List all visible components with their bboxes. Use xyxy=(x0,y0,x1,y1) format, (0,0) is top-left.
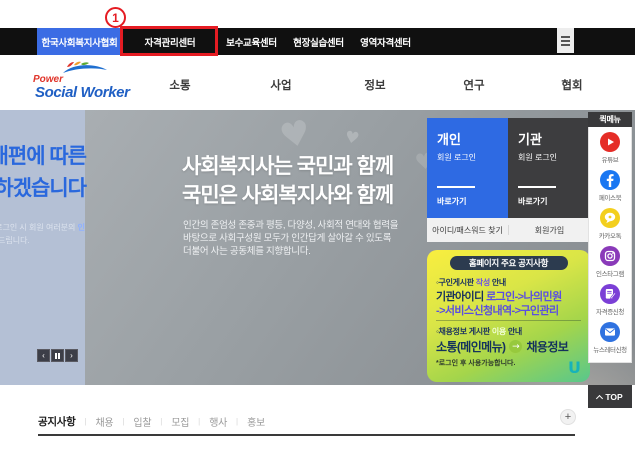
hero-body-line1: 인간의 존엄성 존중과 평등, 다양성, 사회적 연대와 협력을 xyxy=(183,220,399,231)
topbar-item-field-practice-center[interactable]: 현장실습센터 xyxy=(285,28,352,55)
notice-org-id-path-line2: ->서비스신청내역->구인관리 xyxy=(436,305,559,317)
tab-recruit[interactable]: 채용 xyxy=(96,414,114,429)
heart-decoration-icon: ♥ xyxy=(343,126,361,149)
top-utility-bar: 한국사회복지사협회 자격관리센터 보수교육센터 현장실습센터 영역자격센터 xyxy=(0,28,635,55)
previous-slide-title-line1: 개편에 따른 xyxy=(0,145,87,168)
quick-menu-body: 유튜브 페이스북 카카오톡 인스타그램 자격증신청 뉴스레터신청 xyxy=(588,127,632,363)
previous-slide-note1: 초 로그인 시 회원 여러분의 인 xyxy=(0,223,85,232)
notice-job-board-write-guide: ◦구인게시판 작성 안내 xyxy=(436,278,506,287)
topbar-item-association[interactable]: 한국사회복지사협회 xyxy=(37,28,122,55)
kakaotalk-icon xyxy=(600,208,620,228)
nav-item-communication[interactable]: 소통 xyxy=(169,77,190,93)
notice-path-target: 채용정보 xyxy=(526,340,569,354)
youtube-icon xyxy=(600,132,620,152)
notice-u-logo: U xyxy=(568,358,581,377)
hero-title-line1: 사회복지사는 국민과 함께 xyxy=(182,155,394,178)
tab-notice[interactable]: 공지사항 xyxy=(38,414,76,429)
divider: | xyxy=(122,417,125,426)
organization-login-box[interactable]: 기관 회원 로그인 바로가기 xyxy=(508,118,590,218)
instagram-icon xyxy=(600,246,620,266)
notice-recruit-board-use-guide: ◦채용정보 게시판 이용 안내 xyxy=(436,327,522,336)
previous-slide-title-line2: 선하겠습니다 xyxy=(0,177,87,200)
tabs-underline xyxy=(38,434,575,436)
tab-promotion[interactable]: 홍보 xyxy=(247,414,265,429)
nav-item-research[interactable]: 연구 xyxy=(463,77,484,93)
login-footer-bar: 아이디/패스워드 찾기 회원가입 xyxy=(427,218,590,242)
quick-menu-label: 뉴스레터신청 xyxy=(593,347,627,354)
tab-bidding[interactable]: 입찰 xyxy=(133,414,151,429)
divider: | xyxy=(160,417,163,426)
quick-menu-item-youtube[interactable]: 유튜브 xyxy=(589,132,631,164)
nav-item-business[interactable]: 사업 xyxy=(270,77,291,93)
hero-body-line2: 바탕으로 사회구성원 모두가 인간답게 살아갈 수 있도록 xyxy=(183,233,392,244)
divider: | xyxy=(84,417,87,426)
topbar-item-education-center[interactable]: 보수교육센터 xyxy=(218,28,285,55)
arrow-right-icon: → xyxy=(509,340,523,353)
divider xyxy=(437,186,475,188)
carousel-pause-button[interactable] xyxy=(51,349,64,362)
notice-path-source: 소통(메인메뉴) xyxy=(436,340,506,354)
divider xyxy=(436,320,581,321)
board-tabs: 공지사항 | 채용 | 입찰 | 모집 | 행사 | 홍보 xyxy=(38,414,265,429)
notice-login-required-note: *로그인 후 사용가능합니다. xyxy=(436,360,516,367)
site-logo[interactable]: Power Social Worker xyxy=(33,61,143,103)
carousel-prev-button[interactable]: ‹ xyxy=(37,349,50,362)
quick-menu-item-facebook[interactable]: 페이스북 xyxy=(589,170,631,202)
notice-title-pill: 홈페이지 주요 공지사항 xyxy=(449,256,568,270)
tab-event[interactable]: 행사 xyxy=(209,414,227,429)
carousel-controls: ‹ › xyxy=(37,349,78,362)
personal-login-box[interactable]: 개인 회원 로그인 바로가기 xyxy=(427,118,508,218)
main-notice-box: 홈페이지 주요 공지사항 ◦구인게시판 작성 안내 기관아이디 로그인->나의민… xyxy=(427,250,590,382)
personal-login-subtitle: 회원 로그인 xyxy=(437,153,477,162)
carousel-next-button[interactable]: › xyxy=(65,349,78,362)
hamburger-menu-icon[interactable] xyxy=(557,28,574,53)
login-panel: 개인 회원 로그인 바로가기 기관 회원 로그인 바로가기 아이디/패스워드 찾… xyxy=(427,118,590,242)
pause-icon xyxy=(55,352,60,359)
personal-login-shortcut[interactable]: 바로가기 xyxy=(437,196,498,207)
previous-slide-note2: 드립니다. xyxy=(0,236,30,245)
quick-menu-label: 자격증신청 xyxy=(596,309,624,316)
newsletter-icon xyxy=(600,322,620,342)
facebook-icon xyxy=(600,170,620,190)
quick-menu-label: 유튜브 xyxy=(601,157,619,164)
logo-text-social-worker: Social Worker xyxy=(35,84,130,101)
notice-menu-path: 소통(메인메뉴) → 채용정보 xyxy=(436,338,569,355)
divider: | xyxy=(198,417,201,426)
hero-title-line2: 국민은 사회복지사와 함께 xyxy=(182,184,394,207)
scroll-to-top-button[interactable]: TOP xyxy=(588,385,632,408)
divider xyxy=(518,186,556,188)
certificate-icon xyxy=(600,284,620,304)
nav-item-association-menu[interactable]: 협회 xyxy=(561,77,582,93)
nav-item-information[interactable]: 정보 xyxy=(364,77,385,93)
board-more-button[interactable]: + xyxy=(560,409,576,425)
annotation-highlight-box xyxy=(120,26,218,56)
organization-login-subtitle: 회원 로그인 xyxy=(518,153,558,162)
carousel-previous-slide: 개편에 따른 선하겠습니다 초 로그인 시 회원 여러분의 인 드립니다. xyxy=(0,110,92,385)
organization-login-title: 기관 xyxy=(518,132,542,147)
find-id-password-link[interactable]: 아이디/패스워드 찾기 xyxy=(427,225,508,236)
organization-login-shortcut[interactable]: 바로가기 xyxy=(518,196,580,207)
quick-menu-item-certificate-apply[interactable]: 자격증신청 xyxy=(589,284,631,316)
page: 한국사회복지사협회 자격관리센터 보수교육센터 현장실습센터 영역자격센터 1 … xyxy=(0,0,635,453)
quick-menu-label: 카카오톡 xyxy=(598,233,622,240)
topbar-item-area-certification-center[interactable]: 영역자격센터 xyxy=(352,28,419,55)
logo-swoosh-icon xyxy=(63,61,107,73)
quick-menu-label: 페이스북 xyxy=(598,195,622,202)
divider: | xyxy=(236,417,239,426)
quick-menu-label: 인스타그램 xyxy=(596,271,624,278)
personal-login-title: 개인 xyxy=(437,132,461,147)
quick-menu-header: 퀵메뉴 xyxy=(588,112,632,127)
hero-body-line3: 더불어 사는 공동체를 지향합니다. xyxy=(183,246,311,257)
signup-link[interactable]: 회원가입 xyxy=(509,225,590,236)
top-button-label: TOP xyxy=(605,391,623,402)
quick-menu-item-kakaotalk[interactable]: 카카오톡 xyxy=(589,208,631,240)
quick-menu-item-instagram[interactable]: 인스타그램 xyxy=(589,246,631,278)
annotation-number-badge: 1 xyxy=(105,7,126,28)
quick-menu-sidebar: 퀵메뉴 유튜브 페이스북 카카오톡 인스타그램 자격증신청 뉴스레터신청 xyxy=(588,112,632,363)
quick-menu-item-newsletter[interactable]: 뉴스레터신청 xyxy=(589,322,631,354)
chevron-up-icon xyxy=(596,394,604,402)
tab-recruitment[interactable]: 모집 xyxy=(171,414,189,429)
